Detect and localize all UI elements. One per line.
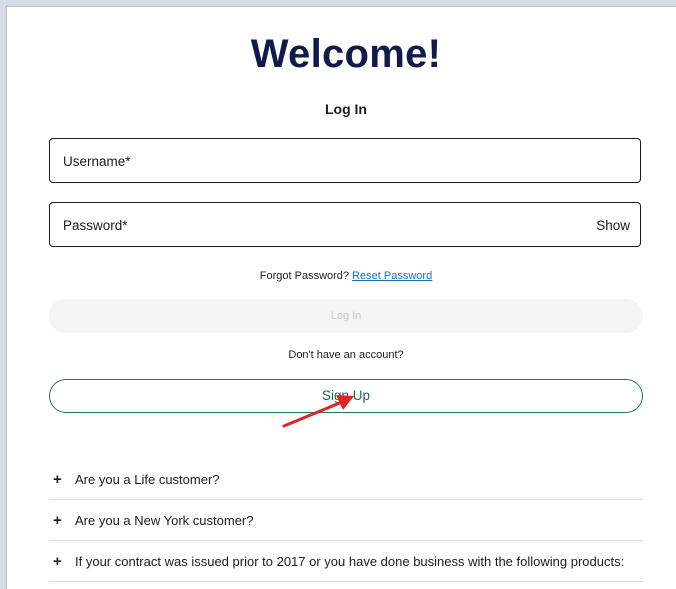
- frame-divider-top: [6, 6, 676, 7]
- arrow-icon: [282, 395, 354, 428]
- frame-divider-left: [6, 6, 7, 589]
- username-label: Username*: [63, 154, 131, 169]
- faq-item-label: Are you a New York customer?: [75, 513, 254, 528]
- faq-item-new-york-customer[interactable]: + Are you a New York customer?: [49, 501, 643, 541]
- forgot-password-row: Forgot Password? Reset Password: [49, 268, 643, 284]
- page-title: Welcome!: [250, 32, 442, 76]
- plus-icon: +: [53, 512, 62, 529]
- faq-item-label: If your contract was issued prior to 201…: [75, 554, 625, 569]
- show-password-button[interactable]: Show: [596, 217, 630, 235]
- plus-icon: +: [53, 553, 62, 570]
- faq-item-life-customer[interactable]: + Are you a Life customer?: [49, 460, 643, 500]
- faq-item-contract-prior-2017[interactable]: + If your contract was issued prior to 20…: [49, 542, 643, 582]
- login-button[interactable]: Log In: [49, 299, 643, 333]
- no-account-text: Don't have an account?: [288, 349, 404, 361]
- faq-item-label: Are you a Life customer?: [75, 472, 220, 487]
- username-field[interactable]: Username*: [49, 138, 641, 183]
- reset-password-link[interactable]: Reset Password: [352, 270, 432, 282]
- forgot-password-text: Forgot Password?: [259, 270, 350, 282]
- login-heading: Log In: [325, 101, 367, 117]
- plus-icon: +: [53, 471, 62, 488]
- password-label: Password*: [63, 218, 128, 233]
- password-field[interactable]: Password* Show: [49, 202, 641, 247]
